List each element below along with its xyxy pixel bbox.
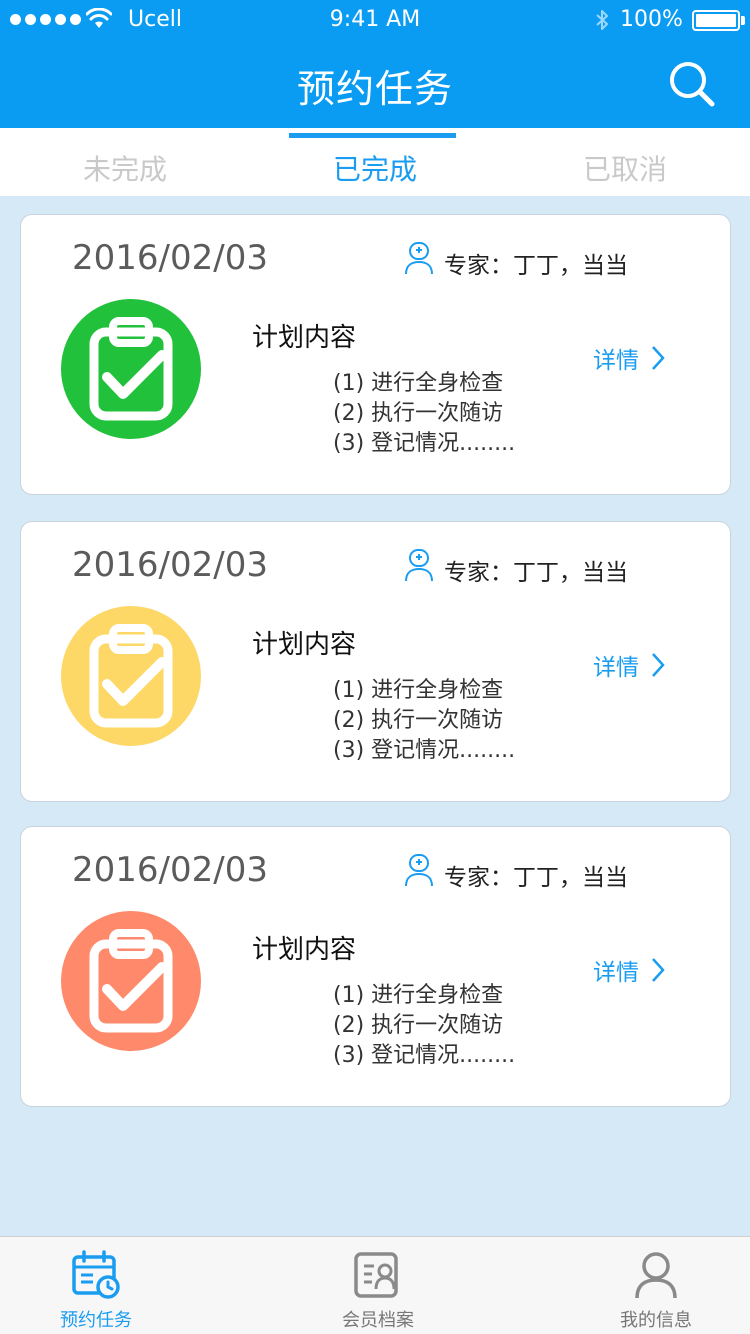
plan-title: 计划内容 bbox=[252, 630, 357, 660]
chevron-right-icon bbox=[652, 653, 665, 677]
plan-list: (1) 进行全身检查 (2) 执行一次随访 (3) 登记情况........ bbox=[333, 676, 515, 766]
expert-names: 专家：丁丁，当当 bbox=[444, 253, 628, 279]
detail-button[interactable]: 详情 bbox=[593, 953, 665, 987]
task-date: 2016/02/03 bbox=[72, 850, 268, 890]
detail-label: 详情 bbox=[593, 960, 639, 986]
doctor-icon bbox=[405, 854, 433, 887]
tab-cancelled[interactable]: 已取消 bbox=[500, 148, 750, 188]
clipboard-check-icon bbox=[61, 299, 201, 439]
bluetooth-icon bbox=[596, 10, 608, 30]
plan-item: (2) 执行一次随访 bbox=[333, 401, 504, 426]
status-bar: Ucell 9:41 AM 100% bbox=[0, 0, 750, 40]
nav-label: 会员档案 bbox=[342, 1310, 414, 1331]
plan-item: (3) 登记情况........ bbox=[333, 431, 516, 456]
bottom-tab-bar: 预约任务 会员档案 我的信息 bbox=[0, 1236, 750, 1334]
plan-title: 计划内容 bbox=[252, 935, 357, 965]
plan-item: (2) 执行一次随访 bbox=[333, 1013, 504, 1038]
member-file-icon bbox=[354, 1252, 398, 1298]
nav-member-files[interactable]: 会员档案 bbox=[253, 1237, 503, 1334]
plan-title: 计划内容 bbox=[252, 323, 357, 353]
chevron-right-icon bbox=[652, 958, 665, 982]
task-date: 2016/02/03 bbox=[72, 238, 268, 278]
plan-item: (2) 执行一次随访 bbox=[333, 708, 504, 733]
expert-names: 专家：丁丁，当当 bbox=[444, 865, 628, 891]
doctor-icon bbox=[405, 549, 433, 582]
plan-item: (1) 进行全身检查 bbox=[333, 371, 504, 396]
calendar-clock-icon bbox=[72, 1250, 120, 1299]
plan-list: (1) 进行全身检查 (2) 执行一次随访 (3) 登记情况........ bbox=[333, 369, 515, 459]
battery-percentage: 100% bbox=[620, 7, 683, 32]
clipboard-check-icon bbox=[61, 606, 201, 746]
task-card[interactable]: 2016/02/03 专家：丁丁，当当 计划内容 (1) 进行全身检查 (2) … bbox=[20, 826, 731, 1107]
detail-label: 详情 bbox=[593, 655, 639, 681]
plan-item: (1) 进行全身检查 bbox=[333, 678, 504, 703]
doctor-icon bbox=[405, 242, 433, 275]
battery-cap bbox=[741, 16, 745, 25]
task-card[interactable]: 2016/02/03 专家：丁丁，当当 计划内容 (1) 进行全身检查 (2) … bbox=[20, 214, 731, 495]
detail-button[interactable]: 详情 bbox=[593, 341, 665, 375]
plan-item: (1) 进行全身检查 bbox=[333, 983, 504, 1008]
page-title: 预约任务 bbox=[296, 67, 453, 111]
detail-label: 详情 bbox=[593, 348, 639, 374]
plan-item: (3) 登记情况........ bbox=[333, 738, 516, 763]
expert-names: 专家：丁丁，当当 bbox=[444, 560, 628, 586]
task-card[interactable]: 2016/02/03 专家：丁丁，当当 计划内容 (1) 进行全身检查 (2) … bbox=[20, 521, 731, 802]
nav-my-info[interactable]: 我的信息 bbox=[531, 1237, 750, 1334]
status-tabs: 未完成 已完成 已取消 bbox=[0, 128, 750, 196]
search-icon bbox=[670, 62, 715, 107]
plan-item: (3) 登记情况........ bbox=[333, 1043, 516, 1068]
plan-list: (1) 进行全身检查 (2) 执行一次随访 (3) 登记情况........ bbox=[333, 981, 515, 1071]
task-date: 2016/02/03 bbox=[72, 545, 268, 585]
user-icon bbox=[635, 1252, 677, 1299]
battery-icon bbox=[692, 10, 740, 31]
tab-incomplete[interactable]: 未完成 bbox=[0, 148, 250, 188]
nav-appointment-tasks[interactable]: 预约任务 bbox=[0, 1237, 221, 1334]
clipboard-check-icon bbox=[61, 911, 201, 1051]
nav-label: 我的信息 bbox=[620, 1310, 692, 1331]
detail-button[interactable]: 详情 bbox=[593, 648, 665, 682]
nav-label: 预约任务 bbox=[60, 1310, 132, 1331]
app-header: Ucell 9:41 AM 100% 预约任务 bbox=[0, 0, 750, 128]
search-button[interactable] bbox=[666, 58, 720, 108]
chevron-right-icon bbox=[652, 346, 665, 370]
active-tab-indicator bbox=[289, 133, 456, 138]
tab-completed[interactable]: 已完成 bbox=[250, 148, 500, 188]
